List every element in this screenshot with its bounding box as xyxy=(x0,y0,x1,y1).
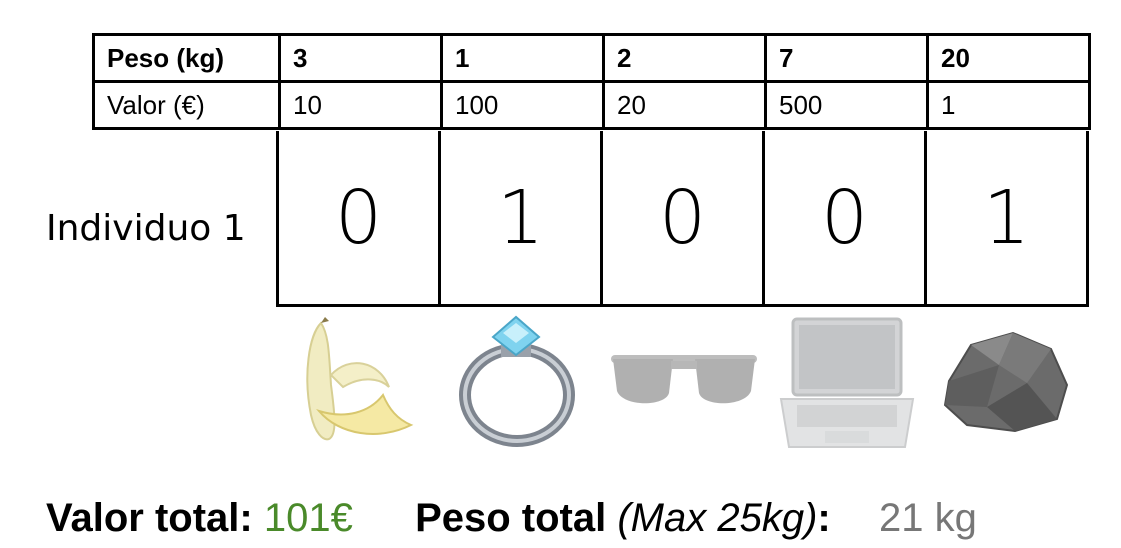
rock-icon xyxy=(927,315,1089,450)
total-value: 101€ xyxy=(263,496,353,540)
sunglasses-icon xyxy=(603,315,765,450)
total-weight-colon: : xyxy=(817,496,831,540)
weight-row-header: Peso (kg) xyxy=(92,33,281,83)
value-cell: 20 xyxy=(602,80,767,130)
gene-cell: 0 xyxy=(762,131,924,304)
total-weight: 21 kg xyxy=(878,496,977,540)
weight-cell: 1 xyxy=(440,33,605,83)
value-row: Valor (€) 10 100 20 500 1 xyxy=(92,80,1091,130)
ring-icon xyxy=(441,315,603,450)
max-weight-note: (Max 25kg) xyxy=(617,496,818,540)
weight-row: Peso (kg) 3 1 2 7 20 xyxy=(92,33,1091,83)
value-cell: 1 xyxy=(926,80,1091,130)
gene-cell: 1 xyxy=(924,131,1086,304)
weight-cell: 3 xyxy=(278,33,443,83)
value-cell: 100 xyxy=(440,80,605,130)
individual-label: Individuo 1 xyxy=(46,208,246,249)
weight-cell: 7 xyxy=(764,33,929,83)
value-cell: 500 xyxy=(764,80,929,130)
weight-cell: 2 xyxy=(602,33,767,83)
laptop-icon xyxy=(765,315,927,450)
gene-cell: 0 xyxy=(334,174,383,261)
summary-line: Valor total: 101€ Peso total (Max 25kg):… xyxy=(46,496,977,541)
value-row-header: Valor (€) xyxy=(92,80,281,130)
item-images xyxy=(279,315,1087,450)
value-cell: 10 xyxy=(278,80,443,130)
gene-cell: 0 xyxy=(600,131,762,304)
gene-cell: 1 xyxy=(438,131,600,304)
total-value-label: Valor total: xyxy=(46,496,253,540)
chromosome: 0 1 0 0 1 xyxy=(276,131,1089,307)
knapsack-table: Peso (kg) 3 1 2 7 20 Valor (€) 10 100 20… xyxy=(92,33,1091,130)
banana-icon xyxy=(279,315,441,450)
total-weight-label: Peso total xyxy=(415,496,607,540)
weight-cell: 20 xyxy=(926,33,1091,83)
